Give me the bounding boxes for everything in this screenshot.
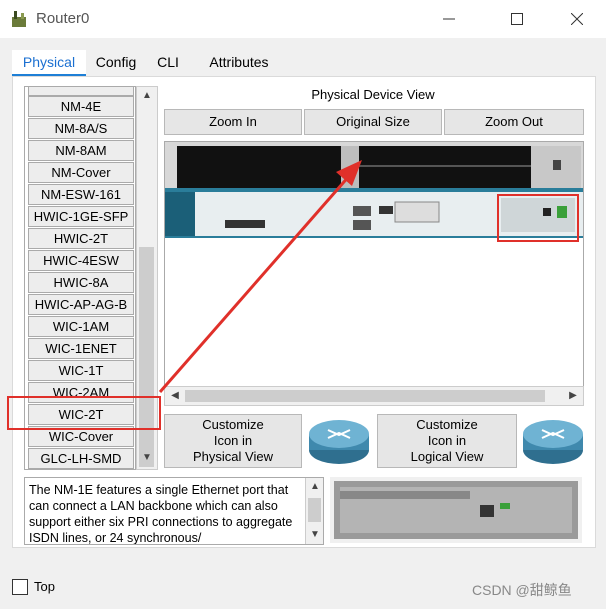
- customize-physical-line3: Physical View: [193, 449, 273, 464]
- customize-logical-icon-button[interactable]: Customize Icon in Logical View: [377, 414, 517, 468]
- customize-logical-line3: Logical View: [410, 449, 484, 464]
- top-checkbox[interactable]: [12, 579, 28, 595]
- watermark-text: CSDN @甜鲸鱼: [472, 582, 572, 598]
- router-logical-icon: [523, 420, 583, 464]
- desc-scroll-down-icon[interactable]: ▼: [306, 526, 323, 544]
- customize-physical-line1: Customize: [202, 417, 264, 432]
- customize-physical-icon-button[interactable]: Customize Icon in Physical View: [164, 414, 302, 468]
- module-description-box[interactable]: The NM-1E features a single Ethernet por…: [24, 477, 324, 545]
- desc-scroll-thumb[interactable]: [308, 498, 321, 522]
- module-description-text: The NM-1E features a single Ethernet por…: [29, 483, 293, 545]
- module-preview-image: [330, 477, 582, 543]
- description-scrollbar[interactable]: ▲ ▼: [305, 478, 323, 544]
- desc-scroll-up-icon[interactable]: ▲: [306, 478, 323, 496]
- customize-physical-line2: Icon in: [213, 433, 253, 448]
- customize-logical-line1: Customize: [416, 417, 478, 432]
- customize-logical-line2: Icon in: [427, 433, 467, 448]
- router-physical-icon: [309, 420, 369, 464]
- top-checkbox-label: Top: [34, 579, 55, 594]
